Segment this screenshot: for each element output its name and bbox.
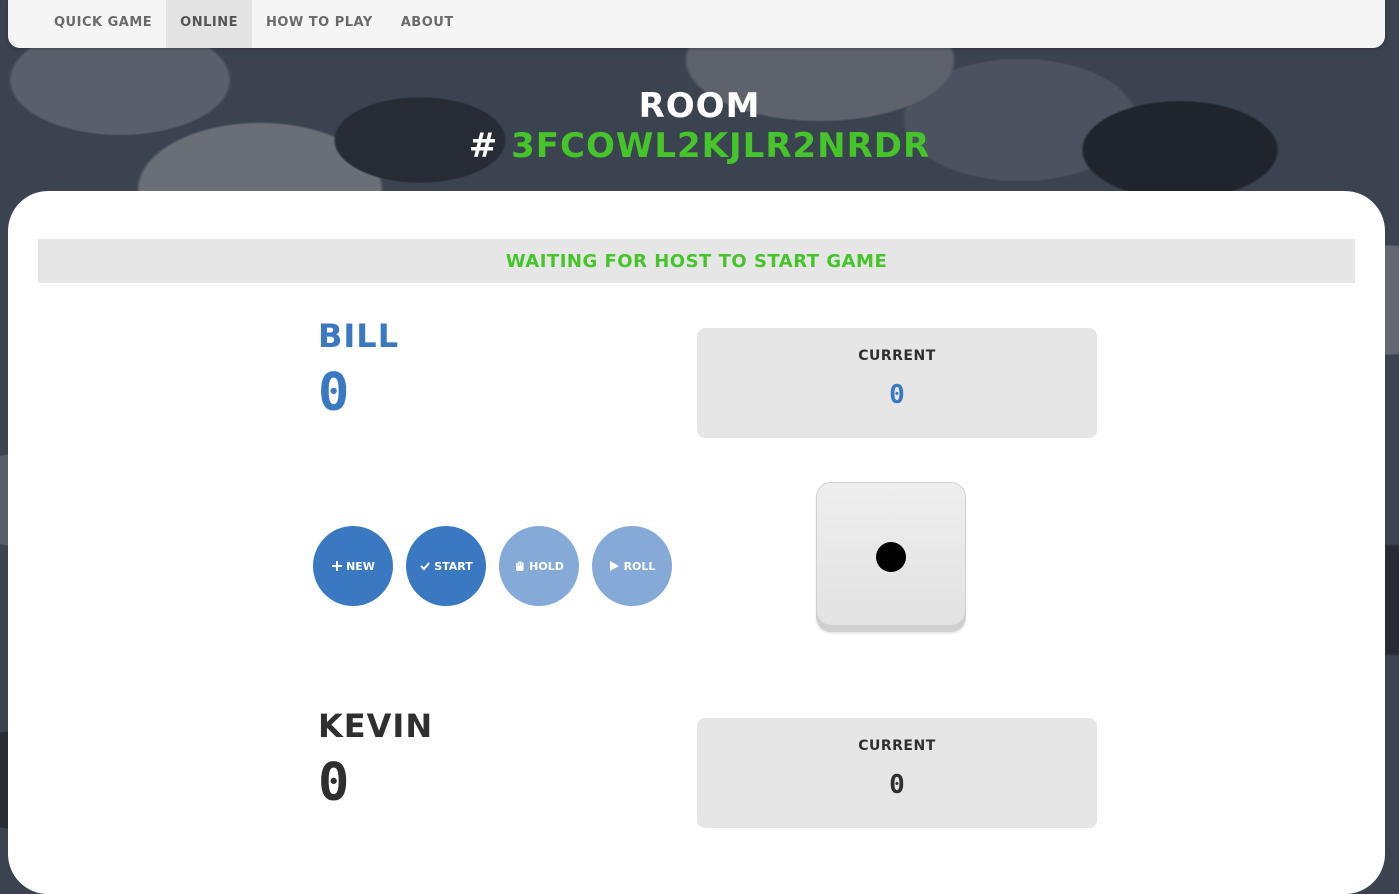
room-code: 3FCOWL2KJLR2NRDR <box>511 126 931 166</box>
nav-online[interactable]: ONLINE <box>166 0 252 48</box>
room-title: ROOM <box>638 86 761 126</box>
nav-about[interactable]: ABOUT <box>387 0 468 48</box>
player-1-current-box: CURRENT 0 <box>697 328 1097 438</box>
hold-button[interactable]: HOLD <box>499 526 579 606</box>
dice <box>817 483 965 631</box>
nav-quick-game[interactable]: QUICK GAME <box>40 0 166 48</box>
player-1-score: 0 <box>318 363 350 423</box>
check-icon <box>419 561 430 572</box>
start-button[interactable]: START <box>406 526 486 606</box>
start-button-label: START <box>434 559 473 573</box>
player-1-current-label: CURRENT <box>858 348 936 364</box>
player-2-score: 0 <box>318 753 350 813</box>
player-2-current-value: 0 <box>889 770 905 800</box>
player-2-current-box: CURRENT 0 <box>697 718 1097 828</box>
new-game-button[interactable]: NEW <box>313 526 393 606</box>
roll-button[interactable]: ROLL <box>592 526 672 606</box>
hold-button-label: HOLD <box>529 559 564 573</box>
room-hash: # <box>468 126 499 166</box>
room-code-line: # 3FCOWL2KJLR2NRDR <box>0 126 1399 166</box>
page: { "nav": { "items": [ {"label": "QUICK G… <box>0 0 1399 894</box>
nav-how-to-play[interactable]: HOW TO PLAY <box>252 0 387 48</box>
dice-pip <box>876 542 906 572</box>
player-1-current-value: 0 <box>889 380 905 410</box>
player-2-name: KEVIN <box>318 707 434 745</box>
player-2-current-label: CURRENT <box>858 738 936 754</box>
roll-button-label: ROLL <box>623 559 656 573</box>
game-card: WAITING FOR HOST TO START GAME BILL 0 CU… <box>8 191 1385 894</box>
game-status-bar: WAITING FOR HOST TO START GAME <box>38 239 1355 283</box>
hand-icon <box>514 561 525 572</box>
top-navbar: QUICK GAME ONLINE HOW TO PLAY ABOUT <box>8 0 1385 48</box>
play-icon <box>609 561 620 572</box>
room-header: ROOM # 3FCOWL2KJLR2NRDR <box>0 86 1399 166</box>
new-button-label: NEW <box>346 559 375 573</box>
player-1-name: BILL <box>318 317 400 355</box>
plus-icon <box>331 561 342 572</box>
